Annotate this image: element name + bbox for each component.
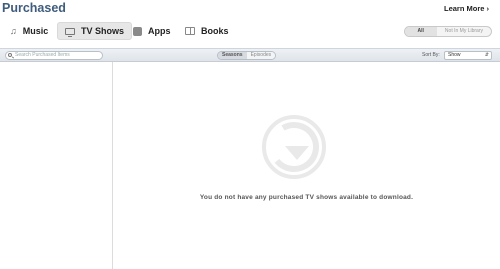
tab-tv-shows-label: TV Shows (81, 26, 125, 36)
books-icon (185, 27, 195, 35)
tab-books-label: Books (201, 26, 229, 36)
music-note-icon: ♫ (10, 26, 17, 36)
sort-by-value: Show (448, 52, 461, 58)
header: Purchased Learn More › (0, 0, 500, 20)
tab-apps[interactable]: Apps (126, 22, 178, 40)
main-content: You do not have any purchased TV shows a… (113, 62, 500, 269)
search-icon (8, 53, 12, 57)
sidebar (0, 62, 113, 269)
filter-not-in-library-button[interactable]: Not In My Library (437, 27, 491, 36)
tab-apps-label: Apps (148, 26, 171, 36)
search-input[interactable]: Search Purchased Items (5, 51, 103, 60)
apps-icon (133, 26, 142, 36)
toolbar: Search Purchased Items Seasons Episodes … (0, 48, 500, 62)
tab-music[interactable]: ♫ Music (3, 22, 55, 40)
seasons-button[interactable]: Seasons (218, 52, 247, 59)
episodes-button[interactable]: Episodes (246, 52, 276, 59)
tv-icon (65, 27, 75, 37)
tab-music-label: Music (22, 26, 49, 36)
select-arrows-icon: ⇵ (484, 52, 489, 58)
filter-all-button[interactable]: All (404, 27, 437, 36)
tab-tv-shows[interactable]: TV Shows (57, 22, 133, 40)
search-placeholder: Search Purchased Items (15, 52, 70, 58)
tab-books[interactable]: Books (178, 22, 236, 40)
empty-state-message: You do not have any purchased TV shows a… (199, 194, 414, 201)
sort-by-select[interactable]: Show ⇵ (444, 51, 492, 60)
sort-by-label: Sort By: (422, 52, 440, 58)
learn-more-link[interactable]: Learn More › (444, 4, 489, 13)
download-arrow-icon (262, 115, 326, 179)
view-mode-toggle: Seasons Episodes (217, 51, 277, 60)
page-title: Purchased (2, 1, 66, 15)
library-filter: All Not In My Library (403, 26, 492, 37)
